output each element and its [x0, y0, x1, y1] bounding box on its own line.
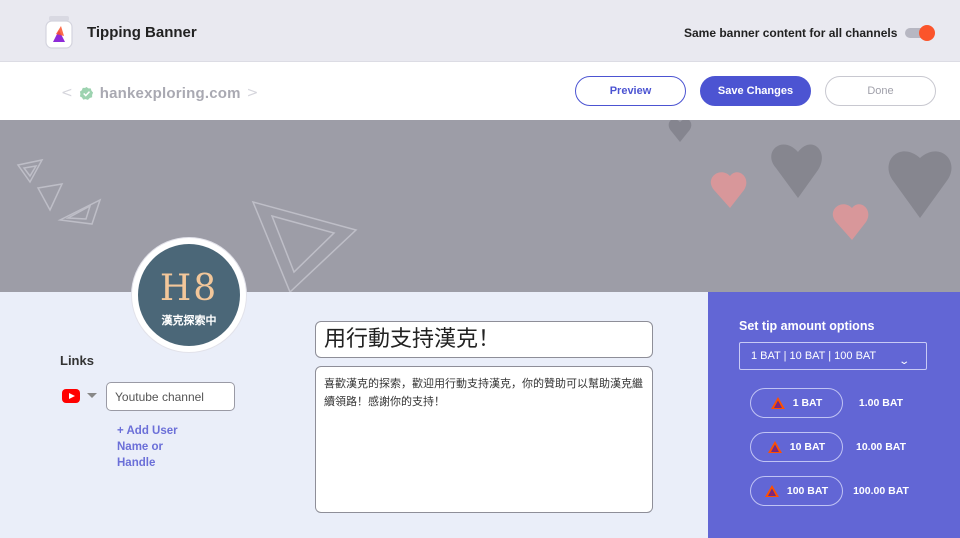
- channel-domain: hankexploring.com: [99, 84, 241, 102]
- chevron-down-icon[interactable]: [87, 393, 97, 398]
- chevron-down-icon: ⌄: [897, 356, 910, 367]
- preview-button[interactable]: Preview: [575, 76, 686, 106]
- logo-subtitle: 漢克探索中: [161, 314, 217, 327]
- tip-option-label: 1 BAT: [792, 397, 823, 409]
- save-changes-button[interactable]: Save Changes: [700, 76, 811, 106]
- tip-amount-select[interactable]: 1 BAT | 10 BAT | 100 BAT ⌄: [739, 342, 927, 370]
- chevron-right-icon[interactable]: >: [247, 85, 259, 101]
- app-header: Tipping Banner Same banner content for a…: [0, 0, 960, 62]
- same-content-toggle[interactable]: [905, 25, 935, 41]
- tip-option-3-button[interactable]: 100 BAT: [750, 476, 843, 506]
- same-content-label: Same banner content for all channels: [684, 26, 898, 40]
- toolbar: < hankexploring.com > Preview Save Chang…: [0, 62, 960, 120]
- links-label: Links: [60, 353, 94, 368]
- tip-option-label: 100 BAT: [786, 485, 829, 497]
- channel-selector: < hankexploring.com >: [55, 82, 264, 104]
- banner-description-textarea[interactable]: 喜歡漢克的探索，歡迎用行動支持漢克，你的贊助可以幫助漢克繼續領路！感謝你的支持！: [315, 366, 653, 513]
- bat-logo-icon: [770, 397, 785, 409]
- page-title: Tipping Banner: [87, 24, 197, 41]
- tip-options-heading: Set tip amount options: [739, 319, 875, 333]
- tip-option-1-button[interactable]: 1 BAT: [750, 388, 843, 418]
- add-user-link[interactable]: + Add User Name or Handle: [117, 423, 197, 471]
- bat-logo-icon: [767, 441, 782, 453]
- tip-select-value: 1 BAT | 10 BAT | 100 BAT: [751, 350, 877, 362]
- toggle-knob: [919, 25, 935, 41]
- tip-option-value: 1.00 BAT: [858, 397, 904, 409]
- done-button[interactable]: Done: [825, 76, 936, 106]
- tip-option-2-button[interactable]: 10 BAT: [750, 432, 843, 462]
- logo-monogram: H8: [159, 268, 219, 309]
- tip-option-value: 100.00 BAT: [853, 485, 909, 497]
- tip-jar-icon: [45, 16, 73, 49]
- banner-title-input[interactable]: 用行動支持漢克！: [315, 321, 653, 358]
- youtube-channel-input[interactable]: [106, 382, 235, 411]
- tip-option-label: 10 BAT: [789, 441, 826, 453]
- channel-logo[interactable]: H8 漢克探索中: [132, 238, 246, 352]
- verified-check-icon: [79, 86, 93, 100]
- youtube-icon[interactable]: [62, 389, 80, 403]
- chevron-left-icon[interactable]: <: [61, 85, 73, 101]
- logo-inner: H8 漢克探索中: [138, 244, 240, 346]
- tip-option-value: 10.00 BAT: [856, 441, 906, 453]
- bat-logo-icon: [764, 485, 779, 497]
